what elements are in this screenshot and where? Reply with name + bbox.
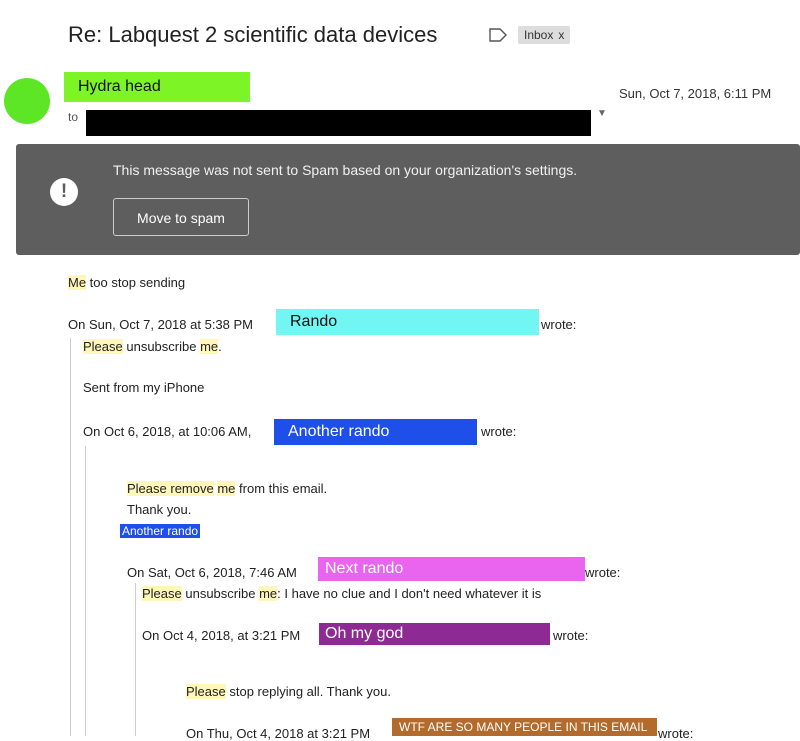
rando-name-highlight: Rando xyxy=(276,309,539,335)
quote-header-2-wrote: wrote: xyxy=(481,424,517,439)
highlight-me: Me xyxy=(68,275,87,290)
quote-header-4-wrote: wrote: xyxy=(553,628,589,643)
quote-header-3: On Sat, Oct 6, 2018, 7:46 AM xyxy=(127,565,297,580)
quote-header-5-wrote: wrote: xyxy=(658,726,694,741)
alert-icon: ! xyxy=(50,178,78,206)
oh-my-god-name-highlight: Oh my god xyxy=(319,623,550,645)
quote-header-4: On Oct 4, 2018, at 3:21 PM xyxy=(142,628,301,643)
next-rando-name-highlight: Next rando xyxy=(318,557,585,581)
another-rando-signature-highlight: Another rando xyxy=(120,524,201,538)
label-tag-icon[interactable] xyxy=(489,28,507,42)
sender-avatar[interactable] xyxy=(4,78,50,124)
quote-bar-2 xyxy=(85,446,87,736)
reply-text: Me too stop sending xyxy=(68,275,186,290)
inbox-label-chip[interactable]: Inbox x xyxy=(518,26,571,44)
quote-header-3-wrote: wrote: xyxy=(585,565,621,580)
quote-1-text: Please unsubscribe me. xyxy=(83,339,222,354)
quote-2-text: Please remove me from this email. xyxy=(127,481,328,496)
quote-1-signature: Sent from my iPhone xyxy=(83,380,205,395)
quote-4-text: Please stop replying all. Thank you. xyxy=(186,684,391,699)
quote-bar-3 xyxy=(135,583,137,736)
spam-notice-text: This message was not sent to Spam based … xyxy=(113,162,578,178)
sender-name[interactable]: Hydra head xyxy=(64,72,250,102)
quote-bar-1 xyxy=(70,338,72,736)
wtf-name-highlight: WTF ARE SO MANY PEOPLE IN THIS EMAIL xyxy=(392,718,657,736)
quote-2-thanks: Thank you. xyxy=(127,502,192,517)
sent-date: Sun, Oct 7, 2018, 6:11 PM xyxy=(619,86,772,101)
email-subject: Re: Labquest 2 scientific data devices xyxy=(68,22,438,47)
quote-header-2: On Oct 6, 2018, at 10:06 AM, xyxy=(83,424,252,439)
quote-header-1-wrote: wrote: xyxy=(541,317,577,332)
inbox-label-text: Inbox xyxy=(524,28,554,42)
quote-header-1: On Sun, Oct 7, 2018 at 5:38 PM xyxy=(68,317,253,332)
another-rando-name-highlight: Another rando xyxy=(274,419,477,445)
remove-label-icon[interactable]: x xyxy=(558,28,564,42)
move-to-spam-button[interactable]: Move to spam xyxy=(113,198,249,236)
redacted-recipients xyxy=(86,110,591,136)
recipient-details-chevron-icon[interactable]: ▼ xyxy=(597,108,607,119)
quote-3-text: Please unsubscribe me: I have no clue an… xyxy=(142,586,542,601)
quote-header-5: On Thu, Oct 4, 2018 at 3:21 PM xyxy=(186,726,371,741)
to-label: to xyxy=(68,110,79,124)
